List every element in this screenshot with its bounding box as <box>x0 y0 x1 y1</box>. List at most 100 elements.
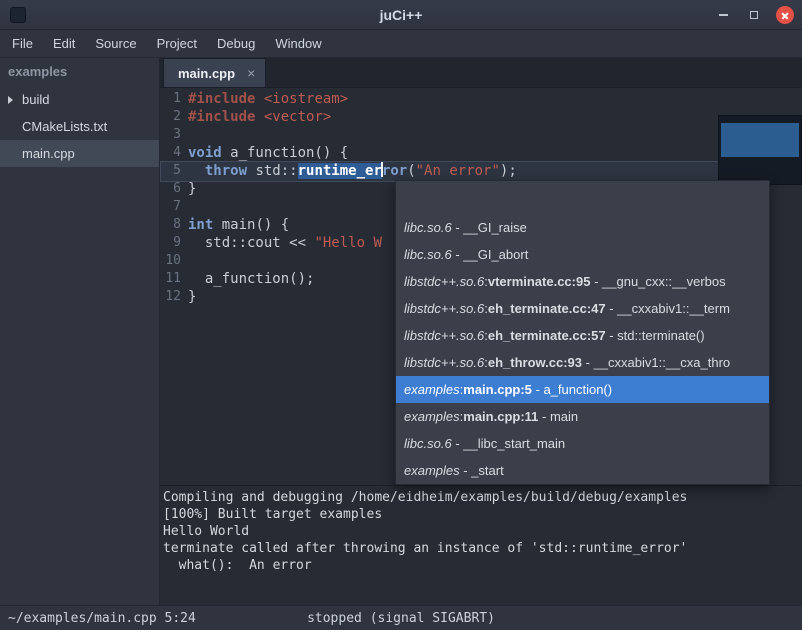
module-name: examples <box>404 382 460 397</box>
line-text: std::cout << "Hello W <box>188 234 382 252</box>
code-token: <vector> <box>264 109 331 125</box>
tab-main-cpp[interactable]: main.cpp × <box>163 58 266 87</box>
code-token: runtime_er <box>298 163 382 179</box>
file-location: main.cpp:11 <box>463 409 538 424</box>
stack-trace-popup: libc.so.6 - __GI_raiselibc.so.6 - __GI_a… <box>395 180 770 485</box>
stack-frame-7[interactable]: examples:main.cpp:5 - a_function() <box>396 376 769 403</box>
line-text: #include <iostream> <box>188 90 348 108</box>
module-name: libstdc++.so.6 <box>404 274 484 289</box>
titlebar[interactable]: juCi++ <box>0 0 802 30</box>
code-token: std:: <box>247 163 298 179</box>
stack-frame-8[interactable]: examples:main.cpp:11 - main <box>396 403 769 430</box>
code-token: "Hello W <box>314 235 381 251</box>
file-location: eh_terminate.cc:57 <box>488 328 606 343</box>
code-line-1: 1#include <iostream> <box>160 90 802 108</box>
code-token: ); <box>500 163 517 179</box>
stack-frame-1[interactable]: libc.so.6 - __GI_raise <box>396 214 769 241</box>
tree-item-label: main.cpp <box>22 146 75 161</box>
status-debug-state: stopped (signal SIGABRT) <box>0 611 802 626</box>
line-number: 6 <box>160 180 188 198</box>
menubar: FileEditSourceProjectDebugWindow <box>0 30 802 58</box>
tree-item-cmakelists-txt[interactable]: CMakeLists.txt <box>0 113 159 140</box>
menu-debug[interactable]: Debug <box>207 32 265 55</box>
code-token: } <box>188 181 196 197</box>
output-line: terminate called after throwing an insta… <box>163 540 802 557</box>
window-controls <box>714 0 794 30</box>
line-number: 2 <box>160 108 188 126</box>
window-title: juCi++ <box>0 7 802 23</box>
menu-window[interactable]: Window <box>265 32 331 55</box>
code-line-2: 2#include <vector> <box>160 108 802 126</box>
line-text: int main() { <box>188 216 289 234</box>
debug-output-panel[interactable]: Compiling and debugging /home/eidheim/ex… <box>160 485 802 605</box>
tree-item-build[interactable]: build <box>0 86 159 113</box>
function-name: - main <box>538 409 578 424</box>
function-name: - __cxxabiv1::__term <box>606 301 730 316</box>
module-name: libc.so.6 <box>404 436 452 451</box>
menu-source[interactable]: Source <box>85 32 146 55</box>
menu-file[interactable]: File <box>2 32 43 55</box>
stack-frame-9[interactable]: libc.so.6 - __libc_start_main <box>396 430 769 457</box>
module-name: libstdc++.so.6 <box>404 328 484 343</box>
module-name: libstdc++.so.6 <box>404 355 484 370</box>
line-number: 3 <box>160 126 188 144</box>
close-icon <box>780 10 790 20</box>
line-text: #include <vector> <box>188 108 331 126</box>
code-token: <iostream> <box>264 91 348 107</box>
line-text: void a_function() { <box>188 144 348 162</box>
stack-frame-3[interactable]: libstdc++.so.6:vterminate.cc:95 - __gnu_… <box>396 268 769 295</box>
file-location: eh_throw.cc:93 <box>488 355 582 370</box>
menu-project[interactable]: Project <box>147 32 207 55</box>
function-name: - __gnu_cxx::__verbos <box>590 274 725 289</box>
tab-bar: main.cpp × <box>160 58 802 88</box>
stack-frame-4[interactable]: libstdc++.so.6:eh_terminate.cc:47 - __cx… <box>396 295 769 322</box>
tree-item-label: build <box>22 92 49 107</box>
code-token: } <box>188 289 196 305</box>
close-button[interactable] <box>776 6 794 24</box>
line-number: 5 <box>160 162 188 180</box>
file-location: eh_terminate.cc:47 <box>488 301 606 316</box>
tooltip-box <box>718 115 802 185</box>
stack-frame-2[interactable]: libc.so.6 - __GI_abort <box>396 241 769 268</box>
line-text: throw std::runtime_error("An error"); <box>188 162 517 180</box>
code-token: void <box>188 145 222 161</box>
line-text: } <box>188 288 196 306</box>
jucipp-window: juCi++ FileEditSourceProjectDebugWindow … <box>0 0 802 630</box>
tab-close-icon[interactable]: × <box>247 65 255 81</box>
function-name: - __GI_raise <box>452 220 527 235</box>
tree-item-main-cpp[interactable]: main.cpp <box>0 140 159 167</box>
line-number: 9 <box>160 234 188 252</box>
menu-edit[interactable]: Edit <box>43 32 85 55</box>
module-name: libc.so.6 <box>404 247 452 262</box>
code-line-4: 4void a_function() { <box>160 144 802 162</box>
code-token <box>255 91 263 107</box>
function-name: - __cxxabiv1::__cxa_thro <box>582 355 730 370</box>
code-token: ror <box>382 163 407 179</box>
stack-frame-10[interactable]: examples - _start <box>396 457 769 484</box>
line-text: a_function(); <box>188 270 314 288</box>
stack-frame-6[interactable]: libstdc++.so.6:eh_throw.cc:93 - __cxxabi… <box>396 349 769 376</box>
function-name: - std::terminate() <box>606 328 705 343</box>
tab-label: main.cpp <box>178 66 235 81</box>
module-name: libstdc++.so.6 <box>404 301 484 316</box>
code-line-3: 3 <box>160 126 802 144</box>
code-line-5: 5 throw std::runtime_error("An error"); <box>160 162 802 180</box>
output-line: what(): An error <box>163 557 802 574</box>
status-bar: ~/examples/main.cpp 5:24 stopped (signal… <box>0 605 802 630</box>
app-icon <box>10 7 26 23</box>
stack-frame-5[interactable]: libstdc++.so.6:eh_terminate.cc:57 - std:… <box>396 322 769 349</box>
file-location: main.cpp:5 <box>463 382 532 397</box>
module-name: examples <box>404 463 460 478</box>
minimize-button[interactable] <box>714 6 732 24</box>
code-token <box>255 109 263 125</box>
restore-button[interactable] <box>745 6 763 24</box>
output-line: [100%] Built target examples <box>163 506 802 523</box>
code-token: std::cout << <box>188 235 314 251</box>
line-number: 7 <box>160 198 188 216</box>
line-number: 4 <box>160 144 188 162</box>
code-token <box>188 163 205 179</box>
code-token: int <box>188 217 213 233</box>
code-token: ( <box>407 163 415 179</box>
output-line: Compiling and debugging /home/eidheim/ex… <box>163 489 802 506</box>
line-number: 11 <box>160 270 188 288</box>
